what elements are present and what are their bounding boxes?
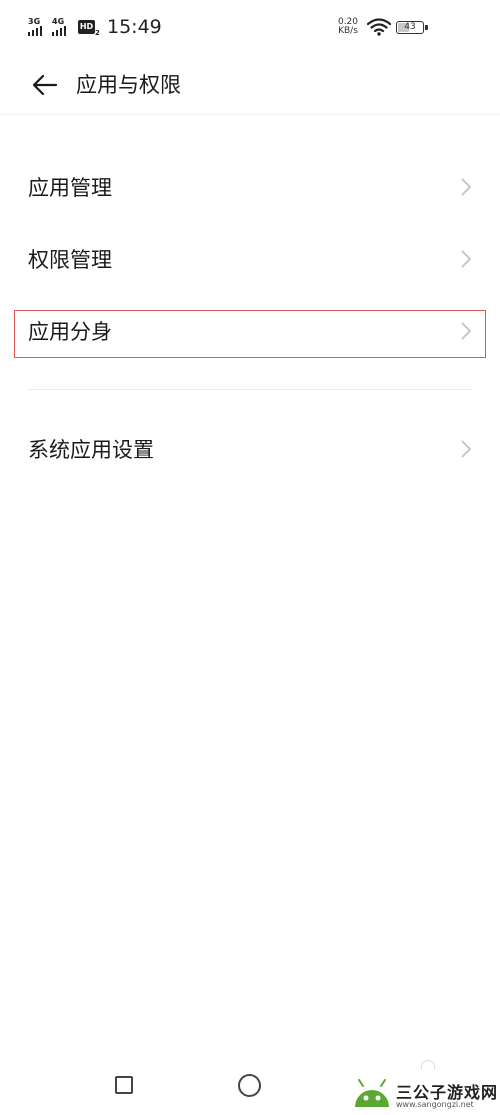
hd-voice-icon: HD — [78, 20, 95, 34]
menu-item-label: 系统应用设置 — [28, 438, 154, 462]
menu-item-label: 权限管理 — [28, 248, 112, 272]
watermark: 三公子游戏网 www.sangongzi.net — [352, 1075, 498, 1113]
network-speed: 0.20 KB/s — [336, 18, 360, 36]
signal-3g-icon: 3G — [28, 17, 48, 36]
chevron-right-icon — [461, 322, 472, 340]
chevron-right-icon — [461, 178, 472, 196]
menu-item-label: 应用分身 — [28, 320, 112, 344]
home-circle-icon[interactable] — [238, 1074, 261, 1097]
chevron-right-icon — [461, 440, 472, 458]
battery-icon: 43 — [396, 21, 424, 34]
network-type-label: 4G — [52, 17, 65, 26]
menu-item-system-app-settings[interactable]: 系统应用设置 — [0, 419, 500, 479]
nav-back-arc-icon[interactable] — [421, 1060, 435, 1070]
menu-item-app-management[interactable]: 应用管理 — [0, 157, 500, 217]
menu-item-permission-management[interactable]: 权限管理 — [0, 229, 500, 289]
menu-item-label: 应用管理 — [28, 176, 112, 200]
screen: 3G 4G HD 2 15:49 0.20 KB/s 43 应用与权限 应用管理… — [0, 0, 500, 1115]
network-speed-unit: KB/s — [338, 26, 358, 36]
battery-tip — [425, 25, 428, 30]
status-time: 15:49 — [107, 16, 162, 38]
status-bar: 3G 4G HD 2 15:49 0.20 KB/s 43 — [0, 0, 500, 56]
network-type-label: 3G — [28, 17, 41, 26]
android-logo-icon — [355, 1079, 389, 1107]
section-divider — [28, 389, 472, 390]
menu-item-app-clone[interactable]: 应用分身 — [0, 301, 500, 361]
header: 应用与权限 — [0, 56, 500, 115]
watermark-url: www.sangongzi.net — [396, 1100, 474, 1109]
back-arrow-icon[interactable] — [30, 70, 60, 100]
wifi-icon — [367, 18, 391, 36]
battery-percent: 43 — [404, 22, 416, 32]
chevron-right-icon — [461, 250, 472, 268]
hd-voice-sim-label: 2 — [95, 29, 100, 37]
page-title: 应用与权限 — [76, 73, 181, 97]
signal-4g-icon: 4G — [52, 17, 72, 36]
recent-apps-square-icon[interactable] — [115, 1076, 133, 1094]
